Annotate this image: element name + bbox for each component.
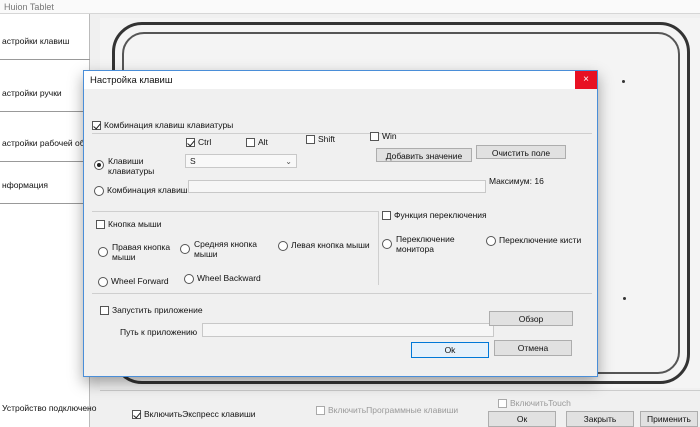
touch-toggle[interactable]: ВключитьTouch <box>498 398 571 409</box>
mouse-right-option[interactable]: Правая кнопка мыши <box>98 242 180 262</box>
keyboard-combo-checkbox[interactable] <box>92 121 101 131</box>
ctrl-checkbox[interactable] <box>186 138 195 148</box>
key-combo-label: Комбинация клавиш <box>107 185 188 195</box>
tablet-indicator-dot <box>622 80 625 83</box>
mouse-left-radio[interactable] <box>278 240 288 251</box>
program-keys-checkbox[interactable] <box>316 406 325 416</box>
modifier-shift[interactable]: Shift <box>306 134 336 145</box>
dialog-close-button[interactable]: × <box>575 71 597 89</box>
switch-monitor-label: Переключение монитора <box>396 234 455 254</box>
wheel-forward-radio[interactable] <box>98 276 108 287</box>
device-status: Устройство подключено <box>2 403 97 413</box>
dialog-ok-button[interactable]: Ok <box>411 342 489 358</box>
mouse-right-radio[interactable] <box>98 247 108 257</box>
apply-button[interactable]: Применить <box>640 411 698 427</box>
window-title: Huion Tablet <box>0 0 700 14</box>
mouse-middle-option[interactable]: Средняя кнопка мыши <box>180 239 262 259</box>
group-divider <box>378 211 379 285</box>
wheel-forward-label: Wheel Forward <box>111 276 169 286</box>
switch-function-toggle[interactable]: Функция переключения <box>382 210 487 221</box>
key-select-value: S <box>190 156 196 166</box>
sidebar-item-key-settings[interactable]: астройки клавиш <box>0 22 90 60</box>
launch-app-label: Запустить приложение <box>112 305 203 315</box>
mouse-left-option[interactable]: Левая кнопка мыши <box>278 240 370 251</box>
express-keys-toggle[interactable]: ВключитьЭкспресс клавиши <box>132 409 256 420</box>
sidebar-item-info[interactable]: нформация <box>0 166 90 204</box>
app-path-field[interactable] <box>202 323 494 337</box>
group-divider <box>92 133 592 134</box>
modifier-ctrl[interactable]: Ctrl <box>186 137 212 148</box>
program-keys-label: ВключитьПрограммные клавиши <box>328 405 459 415</box>
mouse-left-label: Левая кнопка мыши <box>291 240 370 250</box>
keyboard-keys-option[interactable]: Клавиши клавиатуры <box>94 156 160 176</box>
switch-monitor-radio[interactable] <box>382 239 392 249</box>
switch-monitor-option[interactable]: Переключение монитора <box>382 234 464 254</box>
key-combo-option[interactable]: Комбинация клавиш <box>94 185 188 196</box>
dialog-title: Настройка клавиш <box>84 71 597 89</box>
sidebar-item-work-area[interactable]: астройки рабочей обла <box>0 124 90 162</box>
launch-app-checkbox[interactable] <box>100 306 109 316</box>
mouse-button-checkbox[interactable] <box>96 220 105 230</box>
alt-checkbox[interactable] <box>246 138 255 148</box>
touch-checkbox[interactable] <box>498 399 507 409</box>
win-label: Win <box>382 131 397 141</box>
alt-label: Alt <box>258 137 268 147</box>
touch-label: ВключитьTouch <box>510 398 571 408</box>
ok-button[interactable]: Ок <box>488 411 556 427</box>
sidebar-item-label: астройки рабочей обла <box>2 138 90 148</box>
close-button[interactable]: Закрыть <box>566 411 634 427</box>
wheel-backward-radio[interactable] <box>184 273 194 284</box>
switch-brush-option[interactable]: Переключение кисти <box>486 235 581 246</box>
sidebar: астройки клавиш астройки ручки астройки … <box>0 14 90 427</box>
launch-app-toggle[interactable]: Запустить приложение <box>100 305 203 316</box>
mouse-right-label: Правая кнопка мыши <box>112 242 171 262</box>
modifier-alt[interactable]: Alt <box>246 137 268 148</box>
express-keys-label: ВключитьЭкспресс клавиши <box>144 409 256 419</box>
browse-button[interactable]: Обзор <box>489 311 573 326</box>
add-value-button[interactable]: Добавить значение <box>376 148 472 162</box>
shift-label: Shift <box>318 134 336 144</box>
key-combo-field[interactable] <box>188 180 486 193</box>
sidebar-item-label: нформация <box>2 180 48 190</box>
keyboard-keys-label: Клавиши клавиатуры <box>108 156 155 176</box>
group-divider <box>92 293 592 294</box>
sidebar-item-label: астройки клавиш <box>2 36 70 46</box>
ctrl-label: Ctrl <box>198 137 212 147</box>
bottom-bar: ВключитьЭкспресс клавиши ВключитьПрограм… <box>100 390 700 427</box>
mouse-button-label: Кнопка мыши <box>108 219 162 229</box>
wheel-forward-option[interactable]: Wheel Forward <box>98 276 169 287</box>
program-keys-toggle[interactable]: ВключитьПрограммные клавиши <box>316 405 459 416</box>
max-label: Максимум: 16 <box>489 176 544 186</box>
wheel-backward-option[interactable]: Wheel Backward <box>184 273 261 284</box>
clear-field-button[interactable]: Очистить поле <box>476 145 566 159</box>
sidebar-item-pen-settings[interactable]: астройки ручки <box>0 74 90 112</box>
wheel-backward-label: Wheel Backward <box>197 273 261 283</box>
express-keys-checkbox[interactable] <box>132 410 141 420</box>
key-select[interactable]: S ⌄ <box>185 154 297 168</box>
keyboard-keys-radio[interactable] <box>94 160 104 170</box>
win-checkbox[interactable] <box>370 132 379 142</box>
switch-function-checkbox[interactable] <box>382 211 391 221</box>
keyboard-combo-toggle[interactable]: Комбинация клавиш клавиатуры <box>92 120 234 131</box>
dialog-cancel-button[interactable]: Отмена <box>494 340 572 356</box>
app-path-label: Путь к приложению <box>120 327 198 337</box>
shift-checkbox[interactable] <box>306 135 315 145</box>
chevron-down-icon: ⌄ <box>285 157 292 166</box>
switch-brush-radio[interactable] <box>486 235 496 246</box>
group-divider <box>92 211 378 212</box>
modifier-win[interactable]: Win <box>370 131 397 142</box>
switch-brush-label: Переключение кисти <box>499 235 582 245</box>
keyboard-combo-label: Комбинация клавиш клавиатуры <box>104 120 234 130</box>
mouse-middle-radio[interactable] <box>180 244 190 254</box>
key-settings-dialog: Настройка клавиш × Комбинация клавиш кла… <box>83 70 598 377</box>
switch-function-label: Функция переключения <box>394 210 487 220</box>
mouse-button-toggle[interactable]: Кнопка мыши <box>96 219 162 230</box>
sidebar-item-label: астройки ручки <box>2 88 62 98</box>
key-combo-radio[interactable] <box>94 185 104 196</box>
tablet-indicator-dot <box>623 297 626 300</box>
mouse-middle-label: Средняя кнопка мыши <box>194 239 258 259</box>
